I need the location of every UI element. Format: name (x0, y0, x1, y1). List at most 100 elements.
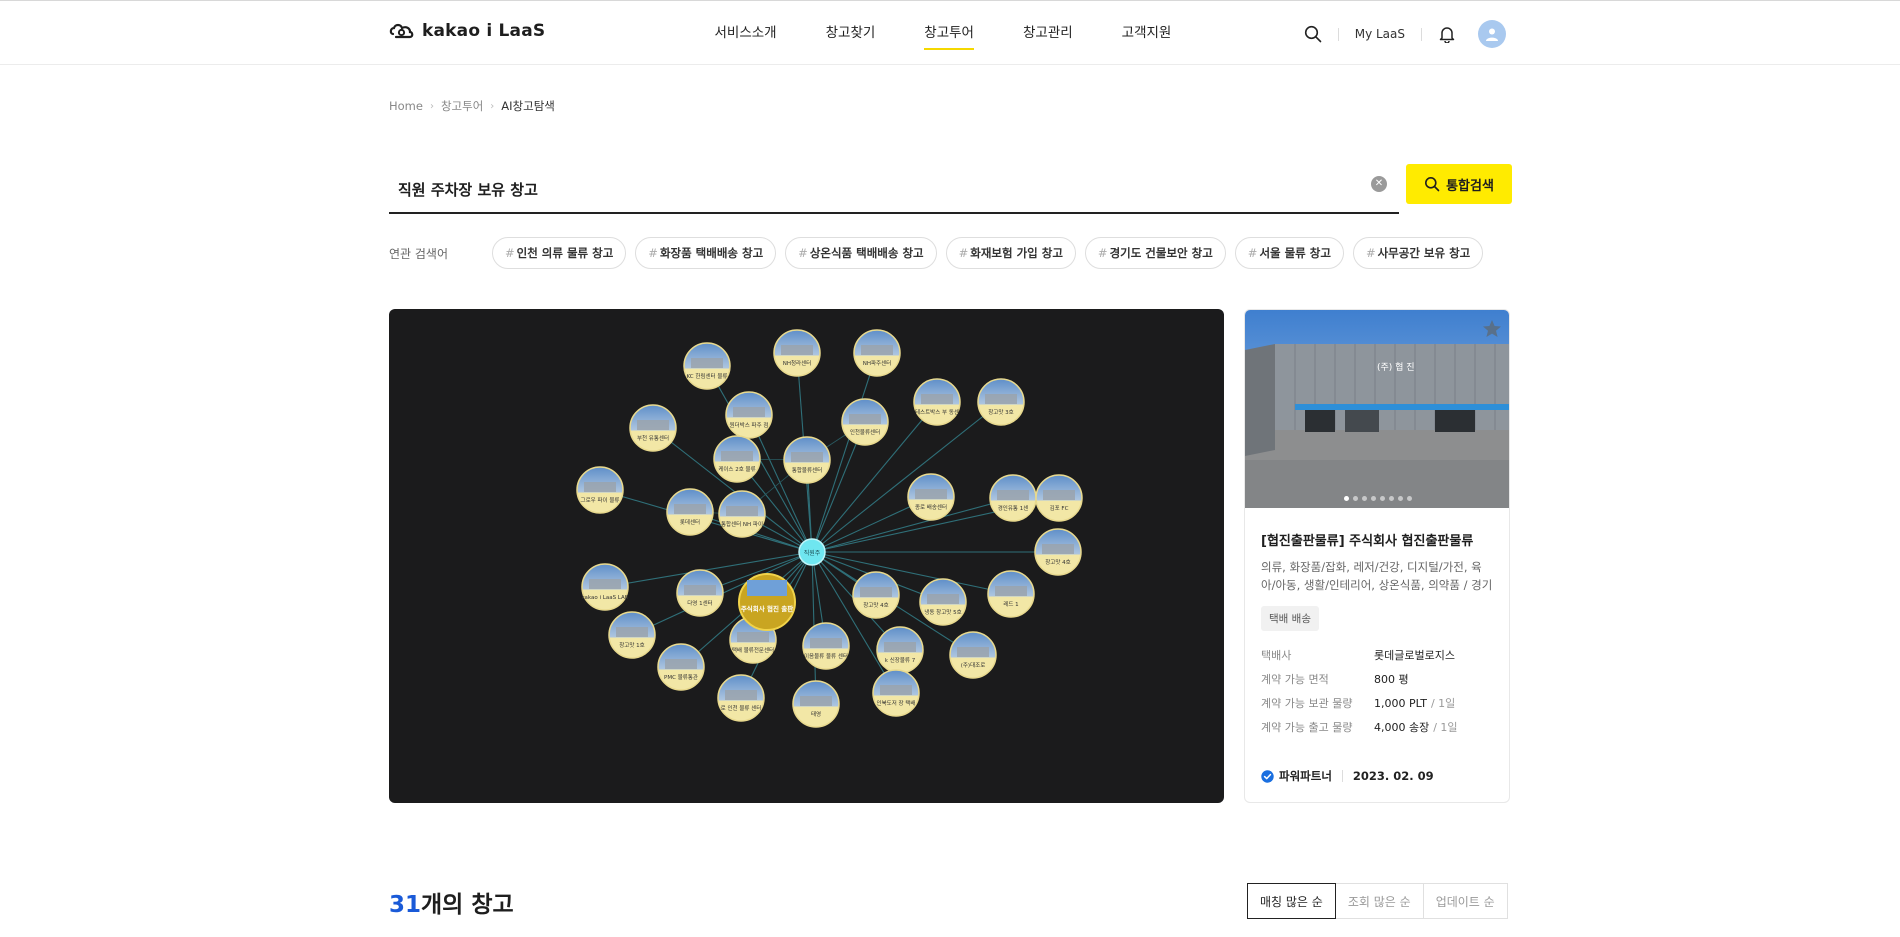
warehouse-photo[interactable]: (주) 협 진 (1245, 310, 1509, 508)
star-bookmark-icon[interactable] (1481, 318, 1503, 340)
warehouse-node[interactable]: 냉동 창고맛 5호 (919, 578, 967, 626)
warehouse-node[interactable]: 창고맛 4호 (1034, 528, 1082, 576)
warehouse-node[interactable]: 김포 FC (1035, 474, 1083, 522)
related-tag[interactable]: # 화재보험 가입 창고 (945, 237, 1076, 269)
breadcrumb-home[interactable]: Home (389, 99, 423, 113)
global-header: kakao i LaaS 서비스소개 창고찾기 창고투어 창고관리 고객지원 M… (0, 1, 1900, 65)
network-graph-canvas[interactable]: KC 한림센터 물류 NH청라센터 NH파주센터테스트박스 부 동센 원더박스 파주 … (389, 309, 1224, 803)
warehouse-node-label: 인천물류센터 (850, 428, 880, 436)
warehouse-node[interactable]: 태영 (792, 680, 840, 728)
clear-search-button[interactable]: ✕ (1371, 176, 1387, 192)
slide-dot[interactable] (1407, 496, 1412, 501)
my-laas-link[interactable]: My LaaS (1355, 27, 1405, 41)
search-input[interactable] (398, 176, 1348, 202)
nav-find-warehouse[interactable]: 창고찾기 (801, 1, 900, 65)
nav-warehouse-tour[interactable]: 창고투어 (900, 1, 999, 65)
warehouse-node-label: 경인유통 1센 (998, 504, 1029, 512)
power-partner-badge: 파워파트너 (1261, 768, 1332, 784)
warehouse-node[interactable]: 이음물류 물류 센터 (802, 622, 850, 670)
sort-options: 매칭 많은 순 조회 많은 순 업데이트 순 (1247, 883, 1508, 919)
warehouse-node-label: 인북도저 장 택배 (877, 699, 916, 707)
warehouse-node-label: KC 한림센터 물류 (686, 372, 727, 380)
warehouse-photo-image: (주) 협 진 (1245, 310, 1509, 508)
warehouse-node[interactable]: 종로 배송센터 (907, 473, 955, 521)
related-tag[interactable]: # 인천 의류 물류 창고 (492, 237, 627, 269)
slide-dot[interactable] (1398, 496, 1403, 501)
warehouse-node[interactable]: NH청라센터 (773, 329, 821, 377)
related-keywords-label: 연관 검색어 (389, 246, 449, 261)
related-tag[interactable]: # 서울 물류 창고 (1234, 237, 1344, 269)
warehouse-node[interactable]: 롯데센터 (666, 488, 714, 536)
result-count-title: 31개의 창고 (389, 885, 514, 919)
nav-warehouse-management[interactable]: 창고관리 (998, 1, 1097, 65)
query-center-node[interactable]: 직원주 (798, 538, 826, 566)
warehouse-node-label: 냉동 창고맛 5호 (924, 608, 961, 616)
nav-customer-support[interactable]: 고객지원 (1097, 1, 1196, 65)
warehouse-node-label: 김포 FC (1050, 505, 1069, 512)
logo-mark-icon (389, 23, 414, 39)
warehouse-node[interactable]: 테스트박스 부 동센 (913, 378, 961, 426)
user-avatar[interactable] (1478, 20, 1506, 48)
warehouse-node[interactable]: 다영 1센터 (676, 569, 724, 617)
related-keywords: 연관 검색어 # 인천 의류 물류 창고 # 화장품 택배배송 창고 # 상온식품 택… (389, 237, 1489, 269)
warehouse-node[interactable]: (주)대조로 (949, 631, 997, 679)
warehouse-node[interactable]: kakao i LaaS LAB (581, 563, 629, 611)
warehouse-node[interactable]: 원더박스 파주 점 (725, 391, 773, 439)
warehouse-node[interactable]: 통합물류센터 (783, 436, 831, 484)
chevron-right-icon: › (490, 100, 495, 112)
registration-date: 2023. 02. 09 (1352, 769, 1434, 783)
warehouse-node[interactable]: 로 인천 물류 센터 (717, 674, 765, 722)
featured-warehouse-card[interactable]: (주) 협 진 [협진출판물류] 주식회사 협진출판물류 의류, 화장품/잡화,… (1244, 309, 1510, 803)
warehouse-node[interactable]: 부천 유통센터 (629, 404, 677, 452)
warehouse-node[interactable]: 인북도저 장 택배 (872, 669, 920, 717)
slide-dot[interactable] (1371, 496, 1376, 501)
related-tag[interactable]: # 사무공간 보유 창고 (1352, 237, 1484, 269)
related-tag-list: # 인천 의류 물류 창고 # 화장품 택배배송 창고 # 상온식품 택배배송 창고 … (492, 237, 1484, 269)
warehouse-node[interactable]: 창고맛 3호 (977, 378, 1025, 426)
sort-most-viewed[interactable]: 조회 많은 순 (1334, 883, 1424, 919)
search-button-label: 통합검색 (1446, 178, 1494, 194)
warehouse-node-label: 다영 1센터 (687, 599, 713, 607)
warehouse-node[interactable]: k 신장물류 7 (876, 626, 924, 674)
warehouse-node-label: 종로 배송센터 (915, 503, 947, 511)
warehouse-node-label: (주)대조로 (961, 661, 986, 669)
graph-edge (811, 401, 1002, 553)
slide-dot[interactable] (1353, 496, 1358, 501)
warehouse-node[interactable]: PMC 물류통관 (657, 643, 705, 691)
integrated-search-button[interactable]: 통합검색 (1406, 164, 1512, 204)
selected-warehouse-node[interactable]: 주식회사 협진 출판 (738, 573, 796, 631)
breadcrumb-warehouse-tour[interactable]: 창고투어 (441, 98, 483, 114)
related-tag[interactable]: # 상온식품 택배배송 창고 (785, 237, 937, 269)
warehouse-node[interactable]: 창고맛 4호 (852, 571, 900, 619)
warehouse-node[interactable]: KC 한림센터 물류 (683, 342, 731, 390)
selected-node-label: 주식회사 협진 출판 (741, 604, 793, 613)
warehouse-node[interactable]: 창고맛 1호 (608, 611, 656, 659)
search-icon[interactable] (1304, 25, 1322, 43)
warehouse-node[interactable]: 인천물류센터 (841, 398, 889, 446)
warehouse-node[interactable]: 그로우 파이 물류 (576, 466, 624, 514)
warehouse-node[interactable]: 통합센터 NH 파이 (718, 490, 766, 538)
main-nav: 서비스소개 창고찾기 창고투어 창고관리 고객지원 (690, 1, 1196, 65)
bell-icon[interactable] (1438, 25, 1456, 43)
related-tag[interactable]: # 경기도 건물보안 창고 (1084, 237, 1226, 269)
header-utilities: My LaaS (1304, 17, 1506, 51)
card-footer: 파워파트너 2023. 02. 09 (1261, 768, 1434, 784)
kakao-laas-logo[interactable]: kakao i LaaS (389, 21, 545, 41)
sort-most-matched[interactable]: 매칭 많은 순 (1247, 883, 1336, 919)
related-tag[interactable]: # 화장품 택배배송 창고 (635, 237, 777, 269)
result-count: 31 (389, 892, 422, 918)
warehouse-categories: 의류, 화장품/잡화, 레저/건강, 디지털/가전, 육아/아동, 생활/인테리… (1261, 560, 1493, 592)
warehouse-node[interactable]: 케이스 2호 물류 (713, 435, 761, 483)
divider (1341, 770, 1343, 782)
slide-dot[interactable] (1344, 496, 1349, 501)
warehouse-node[interactable]: 경인유통 1센 (989, 474, 1037, 522)
slide-dot[interactable] (1380, 496, 1385, 501)
nav-service-intro[interactable]: 서비스소개 (690, 1, 801, 65)
slide-dot[interactable] (1362, 496, 1367, 501)
sort-recently-updated[interactable]: 업데이트 순 (1422, 883, 1508, 919)
warehouse-node-label: kakao i LaaS LAB (581, 595, 628, 601)
warehouse-node[interactable]: NH파주센터 (853, 329, 901, 377)
warehouse-node[interactable]: 레드 1 (987, 570, 1035, 618)
warehouse-node-label: k 신장물류 7 (885, 656, 916, 664)
slide-dot[interactable] (1389, 496, 1394, 501)
